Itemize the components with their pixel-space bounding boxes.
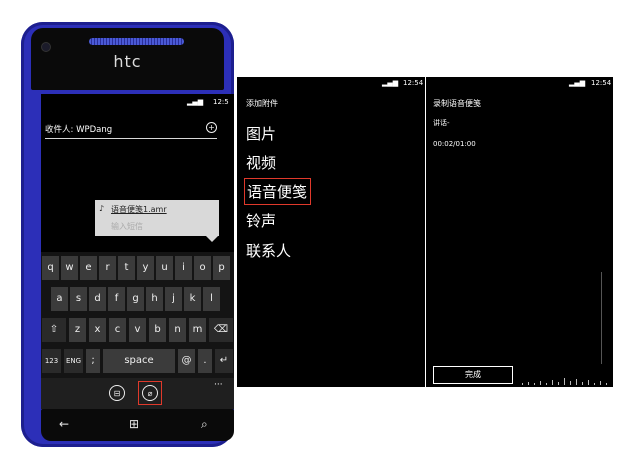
numbers-key[interactable]: 123 [42, 349, 61, 373]
menu-item-pictures[interactable]: 图片 [246, 123, 276, 144]
key-v[interactable]: v [129, 318, 146, 342]
brand-logo: htc [113, 52, 142, 71]
key-l[interactable]: l [203, 287, 220, 311]
bubble-tail [206, 236, 218, 242]
add-attachment-screen: ▂▄▆ 12:54 添加附件 图片 视频 语音便笺 铃声 联系人 [237, 77, 425, 387]
speak-label: 讲话- [433, 119, 450, 127]
soft-keyboard: q w e r t y u i o p a s d f g h j k l ⇧ … [41, 252, 234, 409]
app-bar: ⊟ ⌀ ··· [41, 378, 234, 409]
phone-top-bezel: htc [31, 28, 224, 90]
more-icon[interactable]: ··· [214, 380, 223, 390]
key-u[interactable]: u [156, 256, 173, 280]
status-time: 12:54 [591, 79, 612, 87]
backspace-key[interactable]: ⌫ [209, 318, 233, 342]
key-r[interactable]: r [99, 256, 116, 280]
key-k[interactable]: k [184, 287, 201, 311]
front-camera [41, 42, 51, 52]
phone-device: htc ▂▄▆ 12:5 收件人: WPDang + ♪ 语音便笺1.amr 输… [21, 22, 234, 447]
key-h[interactable]: h [146, 287, 163, 311]
status-time: 12:54 [403, 79, 424, 87]
key-i[interactable]: i [175, 256, 192, 280]
menu-item-voice-note[interactable]: 语音便笺 [247, 181, 307, 202]
key-y[interactable]: y [137, 256, 154, 280]
paperclip-icon[interactable]: ⌀ [142, 385, 158, 401]
language-key[interactable]: ENG [64, 349, 83, 373]
earpiece-speaker [89, 38, 184, 45]
key-s[interactable]: s [70, 287, 87, 311]
phone-screen: ▂▄▆ 12:5 收件人: WPDang + ♪ 语音便笺1.amr 输入短信 … [41, 94, 234, 409]
menu-item-video[interactable]: 视频 [246, 152, 276, 173]
back-icon[interactable]: ← [59, 417, 69, 431]
signal-icon: ▂▄▆ [187, 98, 204, 106]
message-input[interactable]: 输入短信 [111, 221, 143, 232]
signal-icon: ▂▄▆ [569, 79, 586, 87]
signal-icon: ▂▄▆ [382, 79, 399, 87]
send-icon[interactable]: ⊟ [109, 385, 125, 401]
key-n[interactable]: n [169, 318, 186, 342]
windows-start-icon[interactable]: ⊞ [129, 417, 139, 431]
key-x[interactable]: x [89, 318, 106, 342]
key-o[interactable]: o [194, 256, 211, 280]
key-d[interactable]: d [89, 287, 106, 311]
page-title: 添加附件 [246, 99, 278, 108]
message-bubble[interactable]: ♪ 语音便笺1.amr 输入短信 [95, 200, 219, 236]
key-f[interactable]: f [108, 287, 125, 311]
phone-nav-bar: ← ⊞ ⌕ [41, 409, 234, 441]
shift-key[interactable]: ⇧ [42, 318, 66, 342]
key-j[interactable]: j [165, 287, 182, 311]
music-note-icon: ♪ [99, 204, 105, 213]
key-e[interactable]: e [80, 256, 97, 280]
page-title: 录制语音便笺 [433, 99, 481, 108]
key-g[interactable]: g [127, 287, 144, 311]
audio-waveform [518, 375, 610, 385]
status-time: 12:5 [213, 98, 229, 106]
recording-timer: 00:02/01:00 [433, 140, 476, 148]
key-m[interactable]: m [189, 318, 206, 342]
key-w[interactable]: w [61, 256, 78, 280]
key-c[interactable]: c [109, 318, 126, 342]
key-a[interactable]: a [51, 287, 68, 311]
attachment-link[interactable]: 语音便笺1.amr [111, 204, 167, 215]
add-recipient-icon[interactable]: + [206, 122, 217, 133]
space-key[interactable]: space [103, 349, 175, 373]
search-icon[interactable]: ⌕ [201, 417, 208, 432]
key-p[interactable]: p [213, 256, 230, 280]
key-z[interactable]: z [69, 318, 86, 342]
menu-item-contact[interactable]: 联系人 [246, 240, 291, 261]
enter-key[interactable]: ↵ [215, 349, 233, 373]
semicolon-key[interactable]: ; [86, 349, 100, 373]
period-key[interactable]: . [198, 349, 212, 373]
done-button[interactable]: 完成 [433, 366, 513, 384]
at-key[interactable]: @ [178, 349, 195, 373]
key-b[interactable]: b [149, 318, 166, 342]
recipient-underline [45, 138, 217, 139]
waveform-edge [601, 272, 602, 364]
key-t[interactable]: t [118, 256, 135, 280]
menu-item-ringtone[interactable]: 铃声 [246, 210, 276, 231]
key-q[interactable]: q [42, 256, 59, 280]
recipient-field[interactable]: 收件人: WPDang [45, 123, 112, 135]
record-voice-note-screen: ▂▄▆ 12:54 录制语音便笺 讲话- 00:02/01:00 完成 [426, 77, 613, 387]
